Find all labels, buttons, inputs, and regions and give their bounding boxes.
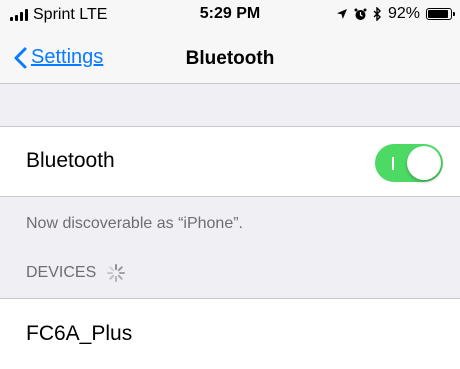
location-icon: [336, 9, 347, 19]
alarm-icon: [354, 8, 367, 20]
page-title: Bluetooth: [185, 48, 275, 69]
bluetooth-icon: [373, 7, 381, 21]
loading-spinner-icon: [107, 264, 126, 282]
section-spacer: [0, 84, 460, 127]
device-name: FC6A_Plus: [26, 322, 133, 345]
info-section: Now discoverable as “iPhone”. DEVICES: [0, 197, 460, 299]
discoverable-message: Now discoverable as “iPhone”.: [26, 215, 243, 232]
status-right: 92%: [336, 5, 455, 23]
navigation-bar: Settings Bluetooth: [0, 36, 460, 84]
battery-icon: [426, 8, 455, 20]
toggle-knob: [407, 146, 441, 180]
device-list-item[interactable]: FC6A_Plus: [0, 299, 460, 369]
bluetooth-setting-row: Bluetooth: [0, 127, 460, 197]
status-bar: Sprint LTE 5:29 PM 92%: [0, 0, 460, 36]
devices-header-label: DEVICES: [26, 264, 97, 281]
devices-section-header: DEVICES: [26, 263, 126, 283]
toggle-on-mark: [392, 157, 394, 170]
bluetooth-toggle[interactable]: [375, 144, 443, 182]
bluetooth-label: Bluetooth: [26, 149, 115, 172]
battery-percent: 92%: [387, 5, 420, 22]
